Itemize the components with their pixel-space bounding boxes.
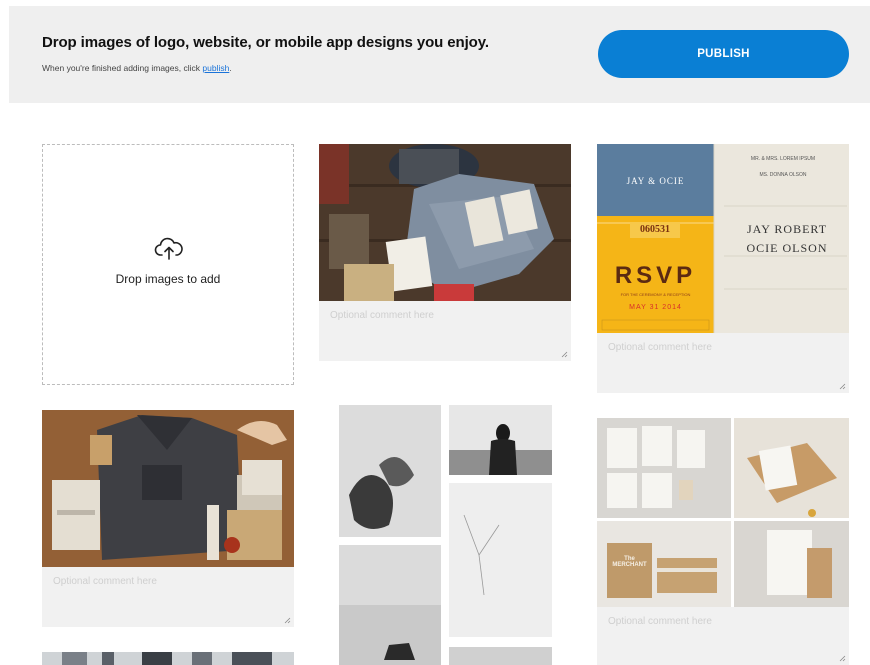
image-card-merchant[interactable]: The MERCHANT Optional comment here	[597, 418, 849, 665]
resize-handle-icon[interactable]	[839, 655, 846, 662]
image-card-tshirt[interactable]: Optional comment here	[319, 144, 571, 361]
publish-button[interactable]: PUBLISH	[598, 30, 849, 78]
subtitle-text: When you're finished adding images, clic…	[42, 63, 203, 73]
resize-handle-icon[interactable]	[284, 617, 291, 624]
wedding-hosts-2: MS. DONNA OLSON	[759, 172, 807, 178]
comment-field[interactable]: Optional comment here	[42, 567, 294, 627]
merchant-label: The MERCHANT	[612, 556, 647, 568]
publish-link[interactable]: publish	[202, 63, 229, 73]
wedding-big-name-2: OCIE OLSON	[746, 241, 828, 255]
image-card-wedding[interactable]: JAY & OCIE 060531 RSVP FOR THE CEREMONY …	[597, 144, 849, 393]
hoodie-photo	[42, 410, 294, 567]
upload-header: Drop images of logo, website, or mobile …	[9, 6, 870, 103]
wedding-ticket-number: 060531	[640, 224, 670, 235]
cloud-upload-icon	[154, 237, 183, 260]
collage-photo	[339, 405, 552, 665]
image-card-collage[interactable]	[339, 405, 552, 665]
wedding-hosts-1: MR. & MRS. LOREM IPSUM	[750, 156, 816, 162]
page-subtitle: When you're finished adding images, clic…	[42, 63, 232, 73]
resize-handle-icon[interactable]	[561, 351, 568, 358]
tshirt-photo	[319, 144, 571, 301]
drop-zone[interactable]: Drop images to add	[42, 144, 294, 385]
wedding-rsvp-date: MAY 31 2014	[629, 304, 682, 311]
wedding-invitation-photo: JAY & OCIE 060531 RSVP FOR THE CEREMONY …	[597, 144, 849, 333]
image-card-building[interactable]	[42, 652, 294, 665]
page-title: Drop images of logo, website, or mobile …	[42, 34, 489, 51]
wedding-big-name-1: JAY ROBERT	[746, 222, 828, 236]
drop-zone-label: Drop images to add	[115, 272, 221, 286]
wedding-rsvp: RSVP	[614, 262, 697, 289]
wedding-name-left: JAY & OCIE	[626, 176, 685, 186]
comment-field[interactable]: Optional comment here	[597, 607, 849, 665]
comment-field[interactable]: Optional comment here	[597, 333, 849, 393]
resize-handle-icon[interactable]	[839, 383, 846, 390]
wedding-rsvp-sub: FOR THE CEREMONY & RECEPTION	[620, 292, 691, 297]
building-photo	[42, 652, 294, 665]
comment-field[interactable]: Optional comment here	[319, 301, 571, 361]
image-card-hoodie[interactable]: Optional comment here	[42, 410, 294, 627]
subtitle-suffix: .	[229, 63, 232, 73]
merchant-branding-photo: The MERCHANT	[597, 418, 849, 607]
